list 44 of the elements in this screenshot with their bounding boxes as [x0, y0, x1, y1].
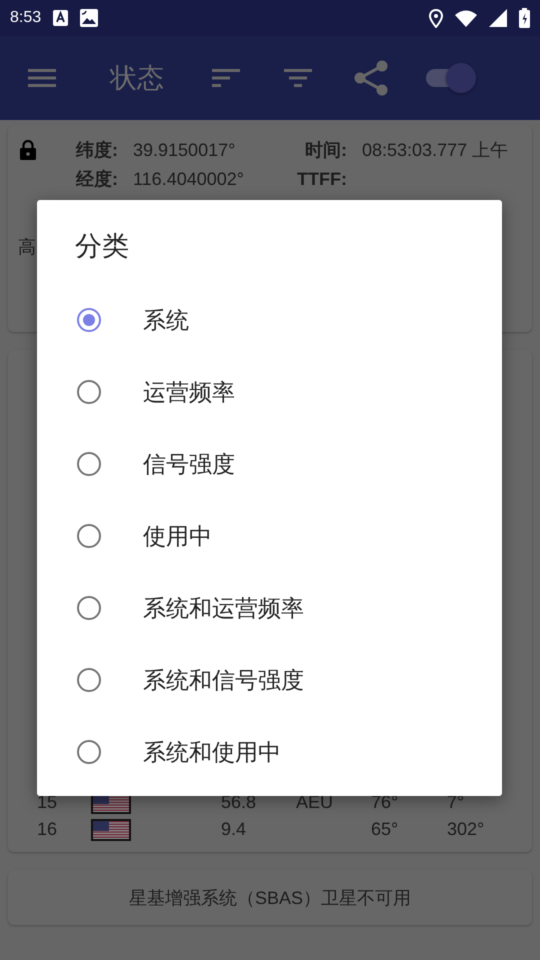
- signal-icon: [489, 9, 507, 27]
- status-time: 8:53: [10, 9, 42, 27]
- field-value: 39.9150017°: [133, 140, 236, 160]
- radio-button[interactable]: [77, 740, 101, 764]
- wifi-icon: [455, 10, 477, 26]
- radio-button[interactable]: [77, 380, 101, 404]
- sort-option[interactable]: 信号强度: [75, 428, 475, 500]
- sort-option[interactable]: 系统和使用中: [75, 716, 475, 788]
- sort-option[interactable]: 系统和运营频率: [75, 572, 475, 644]
- sort-option[interactable]: 使用中: [75, 500, 475, 572]
- sort-option[interactable]: 系统: [75, 284, 475, 356]
- filter-icon[interactable]: [284, 69, 312, 87]
- field-label: TTFF:: [296, 168, 348, 190]
- radio-button[interactable]: [77, 668, 101, 692]
- satellite-id: 16: [37, 819, 58, 840]
- field-label: 纬度:: [76, 139, 119, 162]
- field-label: 经度:: [76, 168, 119, 191]
- image-icon: [80, 9, 98, 27]
- sort-icon[interactable]: [212, 69, 240, 87]
- flags-value: AEU: [296, 792, 334, 813]
- flag-icon: [91, 818, 131, 840]
- lock-icon: [20, 140, 36, 160]
- battery-icon: [519, 8, 530, 28]
- radio-button[interactable]: [77, 524, 101, 548]
- font-icon: [53, 10, 68, 26]
- field-value: 116.4040002°: [133, 168, 245, 190]
- toggle-switch[interactable]: [424, 61, 476, 95]
- field-label: 高: [18, 236, 36, 259]
- sort-option[interactable]: 运营频率: [75, 356, 475, 428]
- elevation-value: 65°: [371, 819, 400, 840]
- field-label: 时间:: [304, 139, 348, 162]
- field-value: 08:53:03.777 上午: [362, 139, 510, 162]
- sort-option[interactable]: 系统和信号强度: [75, 644, 475, 716]
- dialog-title: 分类: [75, 230, 130, 263]
- share-icon[interactable]: [354, 60, 388, 96]
- menu-icon[interactable]: [28, 69, 56, 87]
- radio-button[interactable]: [77, 452, 101, 476]
- radio-button[interactable]: [77, 308, 101, 332]
- toolbar-title: 状态: [110, 62, 165, 95]
- signal-value: 9.4: [221, 819, 248, 840]
- azimuth-value: 302°: [447, 819, 486, 840]
- sbas-message: 星基增强系统（SBAS）卫星不可用: [128, 886, 412, 910]
- location-icon: [429, 8, 443, 28]
- radio-button[interactable]: [77, 596, 101, 620]
